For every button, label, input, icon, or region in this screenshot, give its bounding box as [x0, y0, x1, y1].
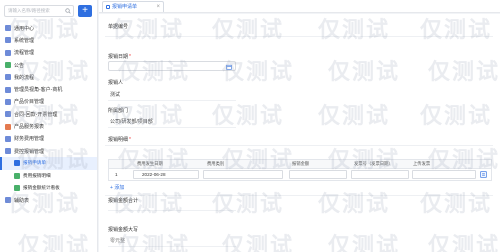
form-panel: 单据编号 报销日期* 报销人 测试 所属部门 公司/研发部/项目部 报销明细* …: [99, 14, 500, 252]
sidebar-item-label: 我的流程: [14, 74, 35, 81]
sidebar-item[interactable]: 辅助表: [0, 194, 97, 206]
dept-value: 公司/研发部/项目部: [110, 119, 153, 125]
table-header: 费用发生日期 费用类别 报销金额 发票号（发票日期） 上传发票: [109, 160, 491, 169]
sidebar-item[interactable]: 财务费用管理: [0, 133, 97, 145]
sidebar-search-row: 请输入名称/路径搜索 +: [4, 5, 94, 17]
sidebar-item-label: 公告: [14, 62, 25, 69]
row-date-value: 2022-06-28: [142, 172, 166, 177]
search-placeholder: 请输入名称/路径搜索: [8, 8, 50, 13]
app-window: 请输入名称/路径搜索 + 通用中心系统管理流程管理公告我的流程管理员视角-客户-…: [0, 0, 500, 252]
amount-words-value: 零元整: [110, 238, 126, 244]
sidebar-item[interactable]: 报销申请单: [0, 157, 97, 170]
sidebar-item[interactable]: 我的流程: [0, 71, 97, 83]
sidebar-nav: 通用中心系统管理流程管理公告我的流程管理员视角-客户-商机 产品价目管理合同-回款…: [0, 22, 97, 206]
menu-icon: [5, 123, 11, 130]
sidebar-item-label: 管理员视角-客户-商机: [14, 87, 63, 94]
sidebar-item[interactable]: 费控报销管理: [0, 145, 97, 157]
menu-icon: [5, 37, 11, 44]
menu-icon: [5, 25, 11, 32]
sidebar-item[interactable]: 费用报销明细: [0, 170, 97, 182]
divider: [105, 36, 493, 37]
tab-bar: 报销申请单 ×: [99, 0, 500, 13]
search-icon: [65, 8, 71, 14]
sidebar-item-label: 报销申请单: [23, 160, 46, 166]
menu-icon: [5, 86, 11, 93]
sidebar-item[interactable]: 通用中心: [0, 22, 97, 34]
attachment-icon[interactable]: [480, 171, 487, 178]
sidebar-item[interactable]: 流程管理: [0, 47, 97, 59]
row-upload-area[interactable]: [412, 170, 476, 179]
row-invoice-input[interactable]: [351, 170, 409, 179]
sidebar-item-label: 产品价目管理: [14, 99, 45, 106]
close-icon[interactable]: ×: [156, 2, 160, 12]
sidebar-item-label: 系统管理: [14, 37, 35, 44]
add-row-button[interactable]: + 添加: [110, 184, 124, 191]
col-category-header: 费用类别: [207, 161, 225, 166]
divider: [108, 127, 236, 128]
doc-no-label: 单据编号: [108, 24, 129, 30]
col-amount-header: 报销金额: [292, 161, 310, 166]
tab-label: 报销申请单: [112, 4, 138, 10]
menu-icon: [5, 135, 11, 142]
expense-detail-table: 费用发生日期 费用类别 报销金额 发票号（发票日期） 上传发票 1 2022-0…: [108, 159, 492, 181]
date-label: 报销日期*: [108, 54, 131, 60]
amount-words-label: 报销金额大写: [108, 227, 139, 233]
menu-icon: [5, 148, 11, 155]
total-label: 报销金额合计: [108, 198, 139, 204]
row-index: 1: [115, 172, 118, 177]
sidebar-item-label: 合同-回款-开票管理: [14, 111, 58, 118]
detail-label: 报销明细*: [108, 137, 131, 143]
divider: [108, 246, 236, 247]
menu-icon: [14, 172, 20, 179]
sidebar-item-label: 费用报销明细: [23, 172, 51, 178]
sidebar-item-label: 通用中心: [14, 25, 35, 32]
col-upload-header: 上传发票: [413, 161, 431, 166]
row-category-select[interactable]: [203, 170, 283, 179]
divider: [108, 100, 236, 101]
sidebar-item-label: 费控报销管理: [14, 148, 45, 155]
add-button[interactable]: +: [78, 5, 92, 17]
applicant-label: 报销人: [108, 80, 124, 86]
menu-icon: [5, 74, 11, 81]
divider: [105, 195, 493, 196]
applicant-value: 测试: [110, 92, 121, 98]
sidebar-item-label: 辅助表: [14, 197, 30, 204]
menu-icon: [5, 98, 11, 105]
sidebar-item-label: 产品服务报表: [14, 124, 45, 131]
date-field[interactable]: [108, 61, 236, 71]
sidebar-item-label: 报销金额统计看板: [23, 185, 60, 190]
sidebar-item[interactable]: 公告: [0, 59, 97, 71]
menu-icon: [5, 49, 11, 56]
row-amount-input[interactable]: [289, 170, 347, 179]
sidebar-item[interactable]: 产品价目管理: [0, 96, 97, 108]
divider: [108, 210, 236, 211]
sidebar-item-label: 财务费用管理: [14, 136, 45, 143]
sidebar-item[interactable]: 报销金额统计看板: [0, 182, 97, 194]
menu-icon: [14, 185, 20, 191]
col-date-header: 费用发生日期: [137, 161, 163, 166]
sidebar-item[interactable]: 合同-回款-开票管理: [0, 108, 97, 120]
sidebar-item[interactable]: 管理员视角-客户-商机: [0, 83, 97, 95]
menu-icon: [5, 197, 11, 204]
sidebar-item-label: 流程管理: [14, 50, 35, 57]
menu-icon: [14, 160, 20, 167]
sidebar: 请输入名称/路径搜索 + 通用中心系统管理流程管理公告我的流程管理员视角-客户-…: [0, 0, 98, 252]
dept-label: 所属部门: [108, 108, 129, 114]
form-icon: [106, 5, 110, 9]
menu-icon: [5, 111, 11, 118]
row-date-field[interactable]: 2022-06-28: [133, 170, 199, 179]
sidebar-item[interactable]: 产品服务报表: [0, 120, 97, 132]
menu-icon: [5, 62, 11, 69]
divider: [105, 145, 493, 146]
tab-expense-request[interactable]: 报销申请单 ×: [102, 1, 164, 12]
calendar-icon: [226, 64, 232, 70]
search-input[interactable]: 请输入名称/路径搜索: [4, 5, 74, 17]
sidebar-item[interactable]: 系统管理: [0, 34, 97, 46]
col-invoice-header: 发票号（发票日期）: [354, 161, 393, 166]
